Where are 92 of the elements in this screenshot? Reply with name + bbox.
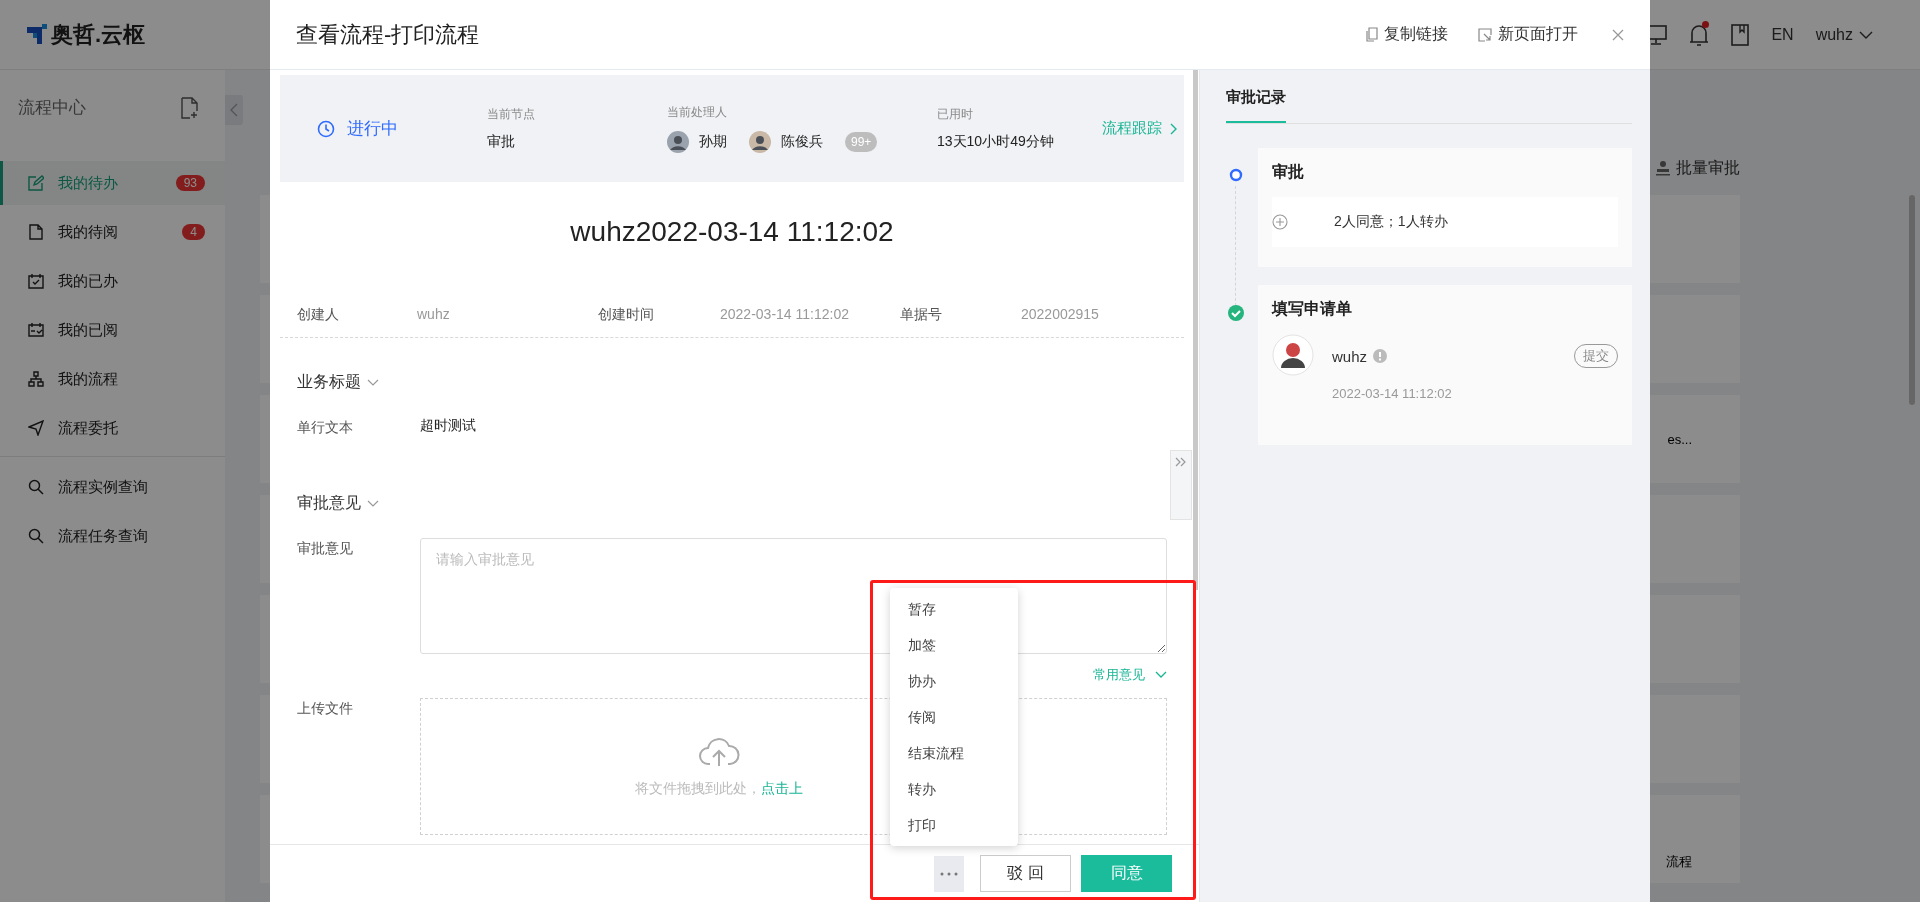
chevron-left-icon bbox=[230, 103, 238, 117]
stamp-icon bbox=[1656, 160, 1670, 176]
calendar-icon bbox=[28, 322, 44, 338]
count-badge: 93 bbox=[175, 175, 205, 191]
scrollbar[interactable] bbox=[1909, 195, 1915, 405]
book-icon[interactable] bbox=[1731, 23, 1750, 46]
status-text: 进行中 bbox=[347, 118, 398, 140]
meta-label: 创建时间 bbox=[598, 306, 655, 324]
step-title: 审批 bbox=[1272, 162, 1305, 182]
edit-icon bbox=[28, 175, 44, 191]
cloud-upload-icon bbox=[697, 735, 740, 768]
info-value: 审批 bbox=[487, 133, 516, 151]
info-label: 已用时 bbox=[937, 106, 974, 123]
logo-text: 奥哲.云枢 bbox=[51, 20, 146, 49]
more-icon bbox=[940, 871, 958, 876]
clock-icon bbox=[317, 119, 335, 138]
menu-item[interactable]: 暂存 bbox=[890, 591, 1018, 627]
chevron-icon bbox=[367, 378, 379, 387]
more-button[interactable] bbox=[934, 855, 964, 892]
avatar bbox=[749, 131, 771, 153]
field-label: 上传文件 bbox=[297, 699, 354, 718]
scrollbar[interactable] bbox=[1193, 70, 1198, 590]
chevron-right-icon bbox=[1170, 122, 1178, 135]
new-file-icon[interactable] bbox=[181, 96, 199, 119]
plus-circle-icon bbox=[1272, 214, 1288, 230]
meta-label: 单据号 bbox=[900, 306, 943, 324]
field-value: 超时测试 bbox=[420, 417, 476, 435]
sidebar-item[interactable]: 我的已阅 bbox=[0, 308, 225, 352]
count-badge: 99+ bbox=[845, 132, 878, 152]
collapse-button[interactable] bbox=[225, 95, 243, 125]
hierarchy-icon bbox=[28, 371, 44, 387]
sidebar-item[interactable]: 流程任务查询 bbox=[0, 514, 225, 558]
reject-button[interactable]: 驳 回 bbox=[980, 855, 1071, 892]
info-label: 当前处理人 bbox=[667, 104, 728, 121]
search-icon bbox=[28, 479, 44, 495]
chevron-down-icon bbox=[1155, 671, 1167, 679]
meta-value: wuhz bbox=[417, 306, 451, 324]
sidebar-item[interactable]: 我的流程 bbox=[0, 357, 225, 401]
count-badge: 4 bbox=[182, 224, 205, 240]
document-icon bbox=[28, 224, 44, 240]
open-external-icon bbox=[1478, 27, 1492, 42]
menu-item[interactable]: 协办 bbox=[890, 663, 1018, 699]
record-time: 2022-03-14 11:12:02 bbox=[1332, 386, 1453, 401]
user-name: wuhz bbox=[1332, 347, 1368, 365]
open-new-page-button[interactable]: 新页面打开 bbox=[1478, 24, 1578, 45]
step-title: 填写申请单 bbox=[1272, 299, 1353, 319]
section-header[interactable]: 审批意见 bbox=[297, 493, 379, 514]
sidebar-item[interactable]: 我的待阅 4 bbox=[0, 210, 225, 254]
record-tab[interactable]: 审批记录 bbox=[1226, 88, 1286, 123]
search-icon bbox=[28, 528, 44, 544]
batch-approve-button[interactable]: 批量审批 bbox=[1656, 154, 1740, 182]
menu-item[interactable]: 结束流程 bbox=[890, 735, 1018, 771]
copy-link-button[interactable]: 复制链接 bbox=[1366, 24, 1448, 45]
current-step-icon bbox=[1229, 168, 1243, 182]
bell-icon[interactable] bbox=[1689, 22, 1710, 47]
menu-item[interactable]: 传阅 bbox=[890, 699, 1018, 735]
summary-row[interactable]: 2人同意；1人转办 bbox=[1272, 197, 1618, 247]
info-label: 当前节点 bbox=[487, 106, 536, 123]
chevron-icon bbox=[367, 499, 379, 508]
field-label: 单行文本 bbox=[297, 418, 354, 437]
user-menu[interactable]: wuhz bbox=[1815, 25, 1873, 44]
check-circle-icon bbox=[1228, 305, 1244, 321]
logo-icon bbox=[27, 23, 49, 46]
copy-icon bbox=[1366, 27, 1378, 42]
meta-label: 创建人 bbox=[297, 306, 340, 324]
meta-value: 2022-03-14 11:12:02 bbox=[720, 306, 850, 324]
handler-name: 孙期 bbox=[699, 133, 727, 151]
sidebar-item[interactable]: 我的已办 bbox=[0, 259, 225, 303]
field-label: 审批意见 bbox=[297, 539, 354, 558]
close-icon bbox=[1612, 28, 1624, 41]
caret-icon bbox=[1859, 30, 1873, 39]
close-button[interactable] bbox=[1612, 28, 1624, 41]
info-icon bbox=[1373, 349, 1388, 363]
sidebar-title: 流程中心 bbox=[18, 97, 86, 119]
avatar bbox=[667, 131, 689, 153]
avatar bbox=[1272, 334, 1314, 376]
meta-value: 2022002915 bbox=[1021, 306, 1100, 324]
upload-hint: 将文件拖拽到此处， bbox=[634, 779, 761, 796]
sidebar-item[interactable]: 流程委托 bbox=[0, 406, 225, 450]
language-button[interactable]: EN bbox=[1771, 25, 1794, 44]
sidebar-item[interactable]: 我的待办 93 bbox=[0, 161, 225, 205]
double-chevron-icon bbox=[1175, 457, 1187, 467]
info-value: 13天10小时49分钟 bbox=[937, 133, 1055, 151]
sidebar-item[interactable]: 流程实例查询 bbox=[0, 465, 225, 509]
send-icon bbox=[28, 420, 44, 436]
menu-item[interactable]: 转办 bbox=[890, 771, 1018, 807]
expand-button[interactable] bbox=[1170, 450, 1192, 520]
calendar-check-icon bbox=[28, 273, 44, 289]
section-header[interactable]: 业务标题 bbox=[297, 372, 379, 393]
dialog-title: 查看流程-打印流程 bbox=[296, 20, 480, 49]
handler-name: 陈俊兵 bbox=[781, 133, 823, 151]
form-title: wuhz2022-03-14 11:12:02 bbox=[569, 216, 895, 248]
